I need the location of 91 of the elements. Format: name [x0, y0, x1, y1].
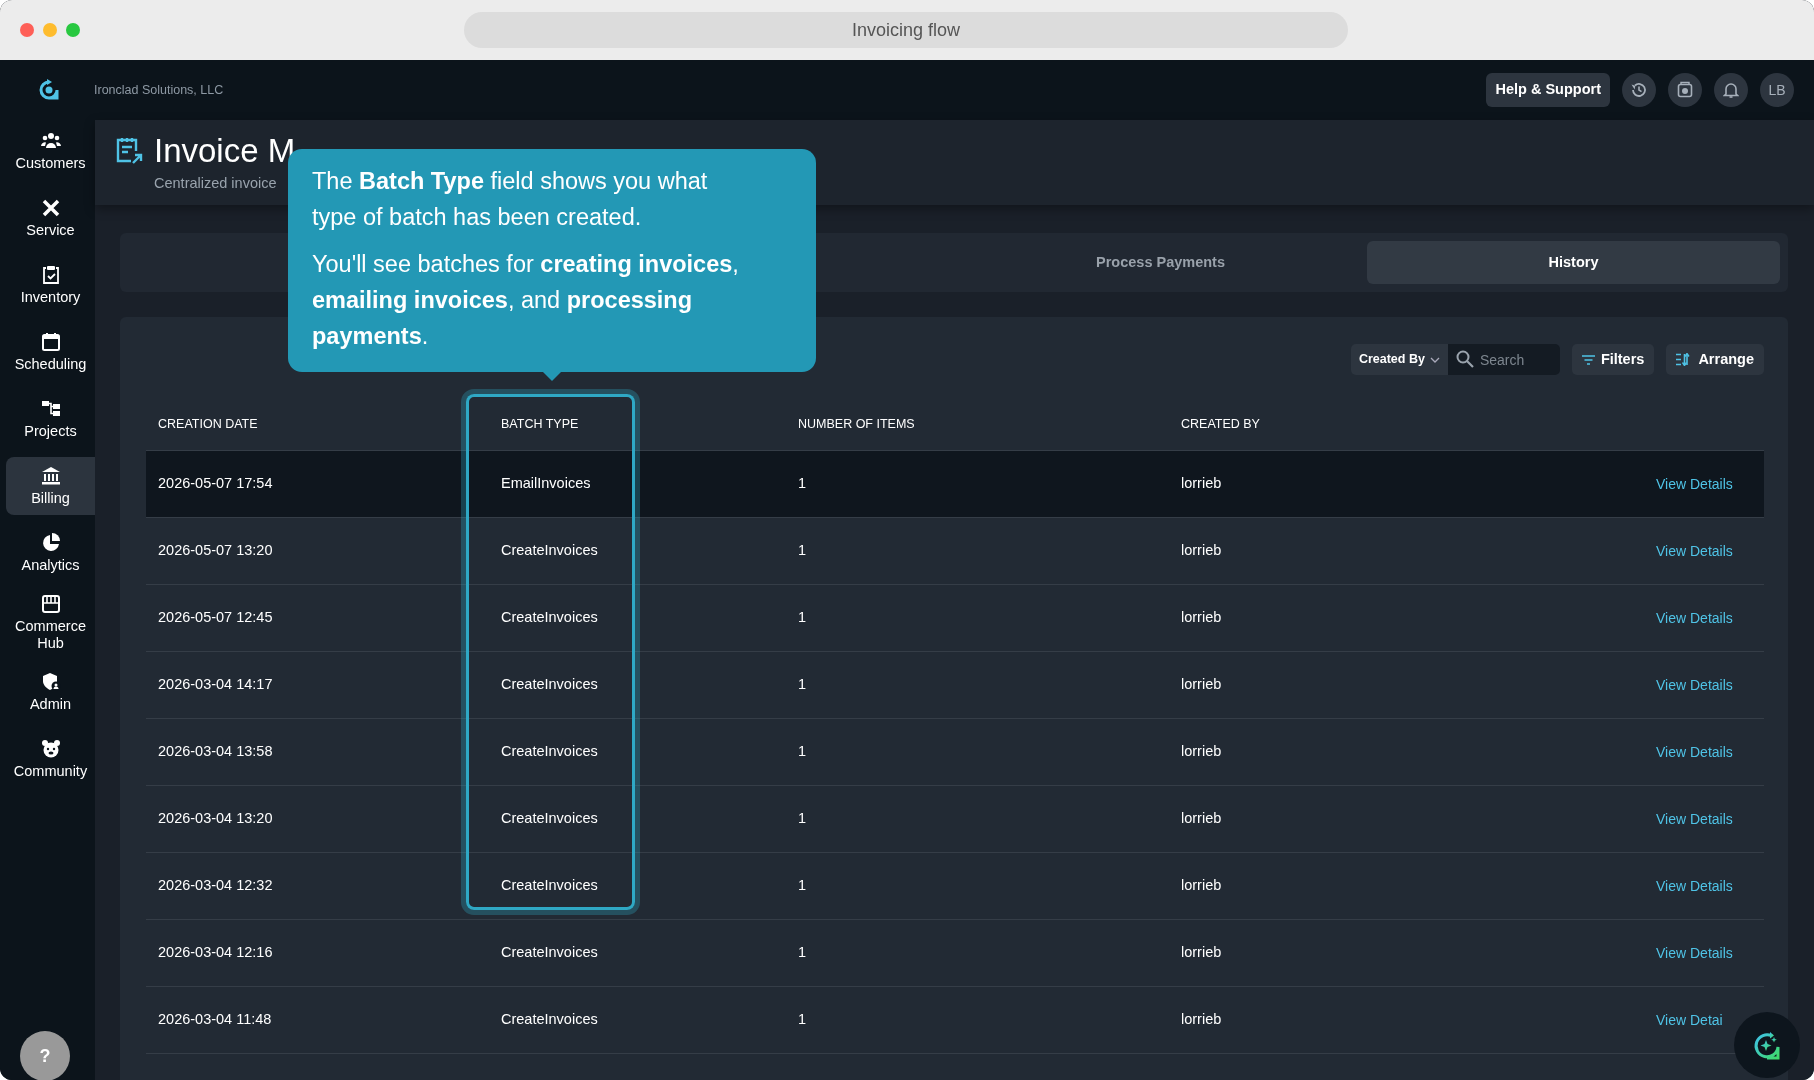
table-cell: 1 — [798, 944, 807, 961]
table-cell: lorrieb — [1181, 676, 1222, 693]
column-header: BATCH TYPE — [501, 417, 579, 432]
table-cell: 1 — [798, 1011, 807, 1028]
filters-button[interactable]: Filters — [1571, 344, 1655, 375]
pie-chart-icon — [40, 532, 61, 553]
filter-icon — [1581, 354, 1595, 365]
tab[interactable]: History — [1367, 241, 1780, 284]
page-subtitle: Centralized invoice — [154, 174, 277, 193]
table-cell: lorrieb — [1181, 944, 1222, 961]
history-icon — [1630, 81, 1648, 99]
view-details-link[interactable]: View Details — [1656, 674, 1733, 696]
hierarchy-icon — [40, 398, 61, 419]
table-cell: CreateInvoices — [501, 944, 598, 961]
table-cell: 1 — [798, 609, 807, 626]
column-header: CREATION DATE — [158, 417, 258, 432]
table-cell: CreateInvoices — [501, 609, 598, 626]
table-cell: 2026-03-04 11:48 — [158, 1011, 272, 1028]
view-details-link[interactable]: View Details — [1656, 808, 1733, 830]
table-cell: 2026-03-04 12:16 — [158, 944, 273, 961]
table-cell: 2026-03-04 13:58 — [158, 743, 273, 760]
table-cell: 2026-05-07 17:54 — [158, 475, 273, 492]
column-header: CREATED BY — [1181, 417, 1260, 432]
sidebar-item[interactable]: Analytics — [6, 524, 95, 582]
logo-icon[interactable] — [38, 78, 60, 102]
sidebar-item[interactable]: Billing — [6, 457, 95, 515]
table-cell: lorrieb — [1181, 475, 1222, 492]
table-cell: 2026-03-04 12:32 — [158, 877, 273, 894]
view-details-link[interactable]: View Details — [1656, 607, 1733, 629]
tab[interactable]: Process Payments — [954, 241, 1367, 284]
bell-icon — [1723, 81, 1739, 99]
table-cell: 1 — [798, 743, 807, 760]
history-button[interactable] — [1622, 73, 1656, 107]
close-window-control[interactable] — [20, 23, 34, 37]
table-cell: lorrieb — [1181, 609, 1222, 626]
view-details-link[interactable]: View Details — [1656, 875, 1733, 897]
view-details-link[interactable]: View Detai — [1656, 1009, 1723, 1031]
view-details-link[interactable]: View Details — [1656, 741, 1733, 763]
sidebar-item[interactable]: Admin — [6, 663, 95, 722]
bear-face-icon — [40, 739, 61, 759]
table-cell: CreateInvoices — [501, 877, 598, 894]
sidebar-item[interactable]: Community — [6, 730, 95, 789]
sidebar-item[interactable]: Service — [6, 189, 95, 247]
view-details-link[interactable]: View Details — [1656, 473, 1733, 495]
sidebar-item[interactable]: Customers — [6, 122, 95, 180]
chevron-down-icon — [1429, 356, 1440, 363]
table-cell: CreateInvoices — [501, 542, 598, 559]
view-details-link[interactable]: View Details — [1656, 540, 1733, 562]
table-cell: lorrieb — [1181, 877, 1222, 894]
table-cell: lorrieb — [1181, 542, 1222, 559]
sidebar-item[interactable]: Scheduling — [6, 323, 95, 381]
people-icon — [40, 130, 61, 151]
search-field[interactable]: Search — [1447, 344, 1560, 375]
table-cell: EmailInvoices — [501, 475, 591, 492]
table-cell: CreateInvoices — [501, 1011, 598, 1028]
table-cell: lorrieb — [1181, 1011, 1222, 1028]
calendar-icon — [40, 331, 61, 352]
invoice-icon — [115, 135, 143, 166]
table-cell: 1 — [798, 475, 807, 492]
table-cell: CreateInvoices — [501, 743, 598, 760]
table-cell: lorrieb — [1181, 743, 1222, 760]
user-avatar[interactable]: LB — [1760, 73, 1794, 107]
sidebar-item[interactable]: Inventory — [6, 256, 95, 314]
sparkle-icon — [1752, 1030, 1782, 1060]
tooltip-pointer — [543, 372, 561, 381]
table-cell: CreateInvoices — [501, 810, 598, 827]
created-by-dropdown[interactable]: Created By — [1350, 344, 1448, 375]
sidebar-item[interactable]: Projects — [6, 390, 95, 448]
table-cell: 1 — [798, 542, 807, 559]
table-cell: 2026-03-04 13:20 — [158, 810, 273, 827]
table-cell: 2026-05-07 13:20 — [158, 542, 273, 559]
company-name: Ironclad Solutions, LLC — [94, 81, 224, 99]
column-header: NUMBER OF ITEMS — [798, 417, 915, 432]
table-cell: 2026-05-07 12:45 — [158, 609, 273, 626]
table-cell: 1 — [798, 877, 807, 894]
table-cell: 1 — [798, 810, 807, 827]
arrange-button[interactable]: Arrange — [1666, 344, 1764, 375]
table-cell: CreateInvoices — [501, 676, 598, 693]
shield-user-icon — [40, 672, 61, 692]
table-cell: 1 — [798, 676, 807, 693]
view-details-link[interactable]: View Details — [1656, 942, 1733, 964]
table-cell: lorrieb — [1181, 810, 1222, 827]
clipboard-check-icon — [40, 264, 61, 285]
timer-button[interactable] — [1668, 73, 1702, 107]
sidebar-item[interactable]: Commerce Hub — [6, 591, 95, 655]
table-cell: 2026-03-04 14:17 — [158, 676, 273, 693]
bank-icon — [40, 465, 61, 486]
notifications-button[interactable] — [1714, 73, 1748, 107]
store-icon — [40, 594, 61, 614]
help-support-button[interactable]: Help & Support — [1486, 73, 1610, 107]
address-bar[interactable]: Invoicing flow — [464, 12, 1348, 48]
